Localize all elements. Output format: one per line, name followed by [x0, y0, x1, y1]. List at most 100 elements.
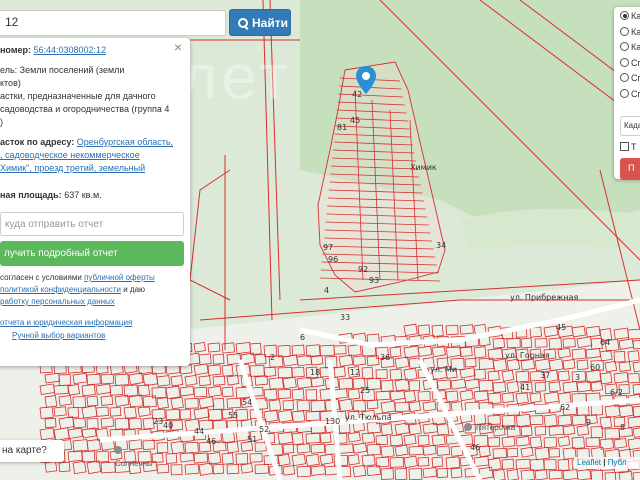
address-link-1[interactable]: Оренбургская область,	[77, 137, 173, 147]
public-offer-link[interactable]: публичной оферты	[84, 273, 155, 282]
area-value: 637 кв.м.	[64, 190, 102, 200]
meadow-area	[460, 208, 640, 250]
use-line-1: астки, предназначенные для дачного	[0, 91, 156, 101]
consent-text-1: согласен с условиями	[0, 273, 82, 282]
plot-number-label: 41	[520, 383, 530, 392]
poi-solnechny-label: Солнечны	[115, 459, 153, 468]
area-label: ная площадь:	[0, 190, 62, 200]
layer-option-label: Сп	[631, 57, 640, 68]
layers-red-button[interactable]: П	[620, 158, 640, 180]
layer-radio[interactable]	[620, 42, 629, 51]
privacy-policy-link[interactable]: политикой конфиденциальности	[0, 285, 121, 294]
address-label: асток по адресу:	[0, 137, 75, 147]
plot-number-label: 6/2	[610, 388, 623, 397]
plot-number-label: 60	[590, 363, 600, 372]
layer-radio[interactable]	[620, 73, 629, 82]
plot-number-label: 44	[194, 427, 204, 436]
layer-option[interactable]: Сп	[620, 88, 640, 105]
plot-number-label: 96	[328, 255, 338, 264]
layer-option-label: Ка	[631, 42, 640, 52]
manual-selection-link[interactable]: Ручной выбор вариантов	[12, 331, 105, 340]
poi-pyaterochka-icon	[464, 423, 472, 431]
plot-number-label: 45	[556, 323, 566, 332]
report-legal-info-link[interactable]: отчета и юридическая информация	[0, 318, 132, 327]
plot-number-label: 6	[300, 333, 305, 342]
layer-option-label: Сп	[631, 88, 640, 99]
plot-number-label: 23	[153, 417, 163, 426]
plot-number-label: 45	[350, 116, 360, 125]
poi-solnechny-icon	[114, 446, 122, 454]
plot-number-label: 54	[242, 398, 252, 407]
plot-number-label: 3	[575, 373, 580, 382]
report-email-input[interactable]: куда отправить отчет	[0, 212, 184, 236]
plot-number-label: 55	[228, 411, 238, 420]
layer-select[interactable]: Кадас	[620, 116, 640, 136]
consent-text: согласен с условиями публичной оферты по…	[0, 272, 180, 308]
plot-number-label: 4	[324, 286, 329, 295]
layer-option[interactable]: Сп	[620, 57, 640, 74]
plot-number-label: 81	[337, 123, 347, 132]
snt-khimik-label: Химик	[410, 163, 437, 172]
cadastral-row: номер: 56:44:0308002:12	[0, 44, 180, 57]
category-line-1: ель: Земли поселений (земли	[0, 65, 125, 75]
attribution-separator: |	[603, 458, 606, 467]
plot-number-label: 46	[206, 437, 216, 446]
layer-option-label: Ка	[631, 11, 640, 21]
layer-option[interactable]: Ка	[620, 26, 640, 43]
plot-number-label: 18	[310, 368, 320, 377]
layer-radio[interactable]	[620, 57, 629, 67]
search-icon	[238, 18, 248, 28]
plot-number-label: 8	[620, 423, 625, 432]
personal-data-link[interactable]: работку персональных данных	[0, 297, 115, 306]
use-line-2: садоводства и огородничества (группа 4	[0, 104, 170, 114]
search-button[interactable]: Найти	[229, 9, 291, 36]
watermark: лет	[180, 41, 293, 113]
layer-checkbox-row[interactable]: Т	[620, 142, 640, 152]
plot-number-label: 51	[247, 435, 257, 444]
address-link-2[interactable]: , садоводческое некоммерческое	[0, 150, 140, 160]
plot-number-label: 2	[270, 353, 275, 362]
address-link-3[interactable]: Химик", проезд третий, земельный	[0, 163, 145, 173]
detailed-report-button[interactable]: лучить подробный отчет	[0, 241, 184, 266]
layer-option-label: Сп	[631, 73, 640, 83]
leaflet-link[interactable]: Leaflet	[577, 458, 601, 467]
location-pin-icon[interactable]	[356, 66, 376, 94]
plot-number-label: 130	[325, 417, 340, 426]
layer-checkbox-label: Т	[631, 142, 637, 152]
layer-options-list: Ка Ка Ка Сп Сп Сп	[620, 11, 640, 104]
layer-option[interactable]: Ка	[620, 42, 640, 58]
question-button[interactable]: на карте?	[0, 440, 64, 462]
layer-radio[interactable]	[620, 11, 629, 20]
plot-number-label: 36	[380, 353, 390, 362]
search-input[interactable]: 12	[0, 10, 226, 36]
layer-radio[interactable]	[620, 88, 629, 98]
plot-number-label: 12	[350, 368, 360, 377]
layer-radio[interactable]	[620, 26, 629, 36]
poi-pyaterochka-label: Пятёрочка	[476, 423, 516, 432]
plot-number-label: 40	[163, 421, 173, 430]
consent-text-2: и даю	[123, 285, 146, 294]
attribution-public-link[interactable]: Публ	[608, 458, 627, 467]
plot-number-label: 62	[560, 403, 570, 412]
street-pribrezhnaya-label: ул. Прибрежная	[510, 293, 579, 302]
layer-checkbox[interactable]	[620, 142, 629, 151]
close-icon[interactable]: ×	[174, 40, 182, 54]
layers-panel: Ка Ка Ка Сп Сп Сп Кадас Т П	[614, 7, 640, 180]
plot-number-label: 46	[470, 443, 480, 452]
street-mikh-label: ул. Ми	[430, 365, 457, 374]
plot-number-label: 93	[369, 276, 379, 285]
plot-number-label: 33	[340, 313, 350, 322]
plot-number-label: 34	[436, 241, 446, 250]
layer-option[interactable]: Сп	[620, 73, 640, 89]
plot-number-label: 37	[540, 371, 550, 380]
cadastral-label: номер:	[0, 45, 31, 55]
plot-number-label: 52	[259, 425, 269, 434]
plot-number-label: 64	[600, 338, 610, 347]
cadastral-number-link[interactable]: 56:44:0308002:12	[34, 45, 107, 55]
plot-number-label: 25	[360, 386, 370, 395]
map-attribution: Leaflet | Публ	[574, 457, 640, 469]
layer-option[interactable]: Ка	[620, 11, 640, 27]
street-gornaya-label: ул. Горная	[505, 351, 550, 360]
layer-option-label: Ка	[631, 26, 640, 37]
plot-number-label: 97	[323, 243, 333, 252]
